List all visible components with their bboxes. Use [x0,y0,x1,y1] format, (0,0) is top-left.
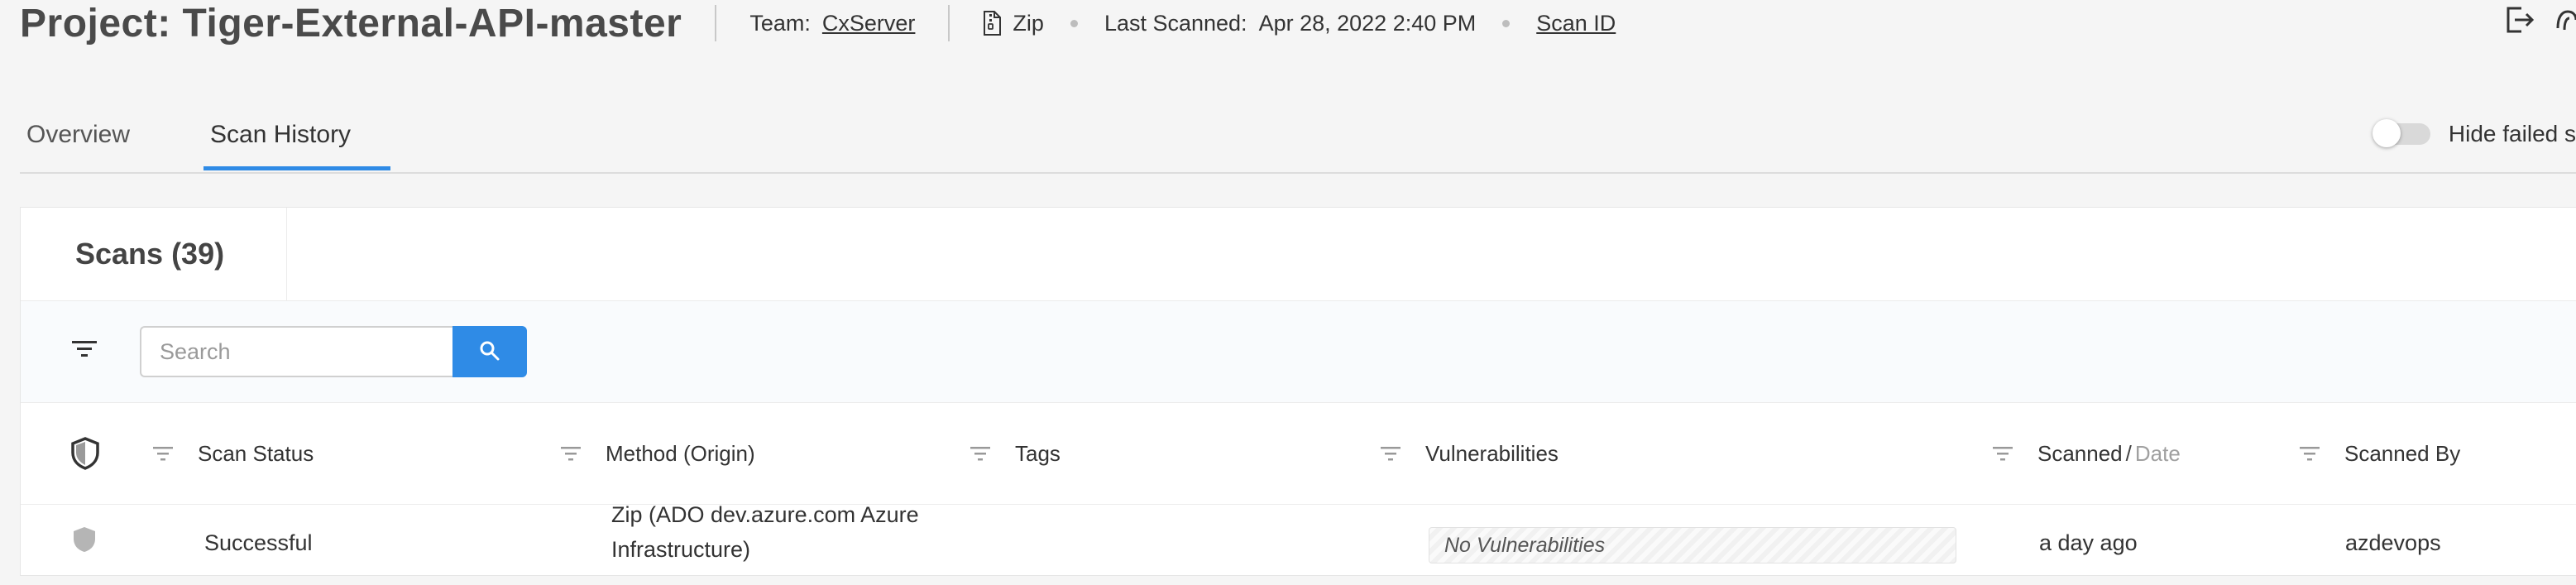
source-type-label: Zip [1013,10,1044,36]
last-scanned-value: Apr 28, 2022 2:40 PM [1258,10,1477,36]
fingerprint-icon[interactable] [2554,3,2576,41]
hide-failed-toggle[interactable] [2372,119,2430,147]
method-line: Zip (ADO dev.azure.com Azure [611,502,919,527]
column-scan-status[interactable]: Scan Status [153,403,314,504]
column-label: Method (Origin) [606,440,755,466]
method-line: Infrastructure) [611,537,751,562]
separator-dot [1070,19,1078,27]
column-filter-icon[interactable] [2300,446,2320,461]
tab-scan-history[interactable]: Scan History [203,116,390,170]
column-label-date[interactable]: Date [2135,441,2181,467]
column-filter-icon[interactable] [1993,446,2013,461]
header-actions [2502,3,2576,41]
filter-icon[interactable] [72,339,97,363]
separator-dot [1502,19,1511,27]
method-cell: Zip (ADO dev.azure.com Azure Infrastruct… [611,497,919,567]
export-icon[interactable] [2502,3,2535,41]
table-header: Scan Status Method (Origin) Tags Vulnera… [21,403,2576,505]
column-vulnerabilities[interactable]: Vulnerabilities [1381,403,1559,504]
scans-card-header: Scans (39) [21,208,2576,301]
scans-count-title: Scans (39) [21,208,287,300]
hide-failed-control: Hide failed s [2372,119,2576,147]
tab-overview[interactable]: Overview [26,116,130,170]
scan-id-link[interactable]: Scan ID [1536,11,1616,36]
search-icon [479,340,500,364]
zip-file-icon [983,11,1002,36]
scanned-by-cell: azdevops [2345,530,2441,555]
table-row[interactable]: Successful Zip (ADO dev.azure.com Azure … [21,502,2576,585]
scans-toolbar [21,301,2576,403]
column-filter-icon[interactable] [970,446,990,461]
project-header: Project: Tiger-External-API-master Team:… [20,0,1616,46]
column-label: Tags [1015,440,1061,466]
hide-failed-label: Hide failed s [2448,121,2576,146]
column-tags[interactable]: Tags [970,403,1061,504]
column-scanned-by[interactable]: Scanned By [2300,403,2460,504]
column-separator: / [2125,440,2132,466]
page-title: Project: Tiger-External-API-master [20,1,682,46]
search-button[interactable] [452,326,527,377]
tab-bar: Overview Scan History [20,116,2576,174]
scan-status-cell: Successful [204,530,313,555]
column-filter-icon[interactable] [561,446,581,461]
last-scanned-label: Last Scanned: [1104,10,1247,36]
column-method[interactable]: Method (Origin) [561,403,755,504]
team-label: Team: [749,10,811,36]
column-filter-icon[interactable] [153,446,173,461]
status-shield-icon [72,525,97,559]
column-scanned[interactable]: Scanned / Date [1993,403,2181,504]
shield-icon [70,403,100,504]
scanned-cell: a day ago [2039,530,2138,555]
scans-card: Scans (39) Search Scan Status Method (Or… [20,207,2576,576]
column-filter-icon[interactable] [1381,446,1401,461]
vulnerabilities-badge: No Vulnerabilities [1429,527,1956,563]
column-label[interactable]: Scanned [2037,441,2123,467]
team-info: Team: CxServer [749,11,915,36]
team-link[interactable]: CxServer [822,11,916,36]
divider [715,5,717,41]
last-scanned: Last Scanned: Apr 28, 2022 2:40 PM [1104,11,1476,36]
source-type: Zip [983,11,1044,36]
column-label: Scanned By [2344,440,2461,466]
divider [948,5,950,41]
column-label: Vulnerabilities [1425,440,1559,466]
search-input[interactable] [140,326,452,377]
column-label: Scan Status [198,440,314,466]
